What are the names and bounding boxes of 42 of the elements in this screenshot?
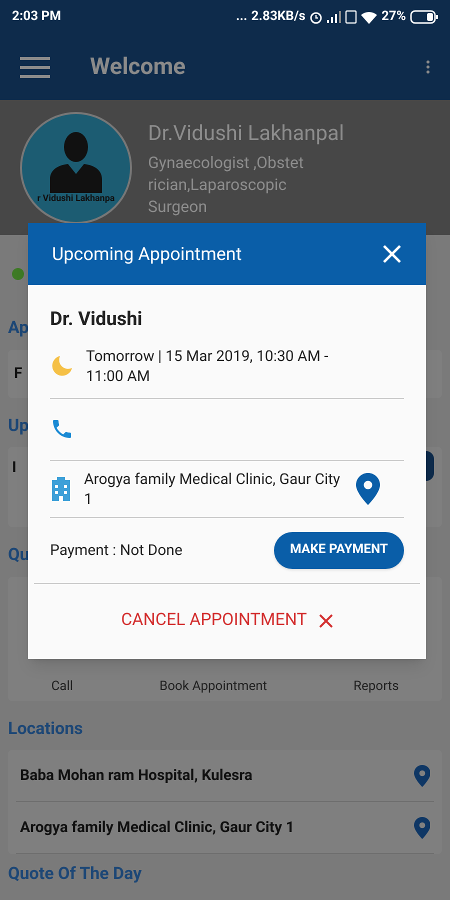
dialog-title: Upcoming Appointment: [52, 242, 242, 266]
make-payment-button[interactable]: MAKE PAYMENT: [274, 532, 404, 568]
battery-percent: 27%: [381, 8, 406, 26]
phone-icon[interactable]: [50, 417, 74, 441]
section-heading: Qu: [8, 544, 30, 567]
battery-icon: [410, 10, 438, 24]
close-icon: [318, 614, 333, 628]
more-options-icon[interactable]: [426, 60, 430, 74]
close-icon[interactable]: [382, 244, 402, 264]
location-pin-icon[interactable]: [356, 472, 380, 504]
card-text: I: [12, 458, 16, 476]
doctor-name: Dr.Vidushi Lakhanpal: [148, 121, 344, 148]
section-heading: Ap: [8, 317, 29, 340]
avatar-caption: r Vidushi Lakhanpa: [37, 192, 115, 206]
alarm-icon: [309, 10, 324, 24]
signal-icon: [327, 11, 342, 23]
menu-icon[interactable]: [20, 55, 50, 79]
section-heading: Locations: [8, 718, 83, 740]
clinic-address: Arogya family Medical Clinic, Gaur City 1: [84, 468, 342, 508]
network-speed: 2.83KB/s: [251, 8, 306, 26]
building-icon: [50, 476, 72, 500]
location-name[interactable]: Arogya family Medical Clinic, Gaur City 1: [20, 816, 294, 839]
location-name[interactable]: Baba Mohan ram Hospital, Kulesra: [20, 764, 252, 787]
status-dots: ...: [236, 8, 248, 26]
status-time: 2:03 PM: [12, 8, 62, 26]
quick-action[interactable]: Book Appointment: [159, 677, 268, 696]
moon-icon: [50, 354, 74, 378]
card-text: F: [14, 363, 22, 384]
quick-action[interactable]: Reports: [353, 677, 399, 696]
wifi-icon: [361, 10, 378, 24]
payment-status: Payment : Not Done: [50, 540, 182, 561]
doctor-name: Dr. Vidushi: [50, 306, 144, 332]
cancel-appointment-button[interactable]: CANCEL APPOINTMENT: [121, 608, 333, 634]
location-pin-icon[interactable]: [414, 764, 430, 786]
app-title: Welcome: [90, 52, 186, 82]
online-dot-icon: [12, 268, 24, 280]
section-heading: Up: [8, 414, 29, 438]
appointment-time: Tomorrow | 15 Mar 2019, 10:30 AM - 11:00 AM: [86, 346, 330, 386]
section-heading: Quote Of The Day: [8, 863, 142, 886]
quick-action[interactable]: Call: [51, 677, 74, 696]
doctor-specialty: Gynaecologist ,Obstet rician,Laparoscopic Surgeon: [148, 152, 305, 218]
location-pin-icon[interactable]: [414, 816, 430, 838]
